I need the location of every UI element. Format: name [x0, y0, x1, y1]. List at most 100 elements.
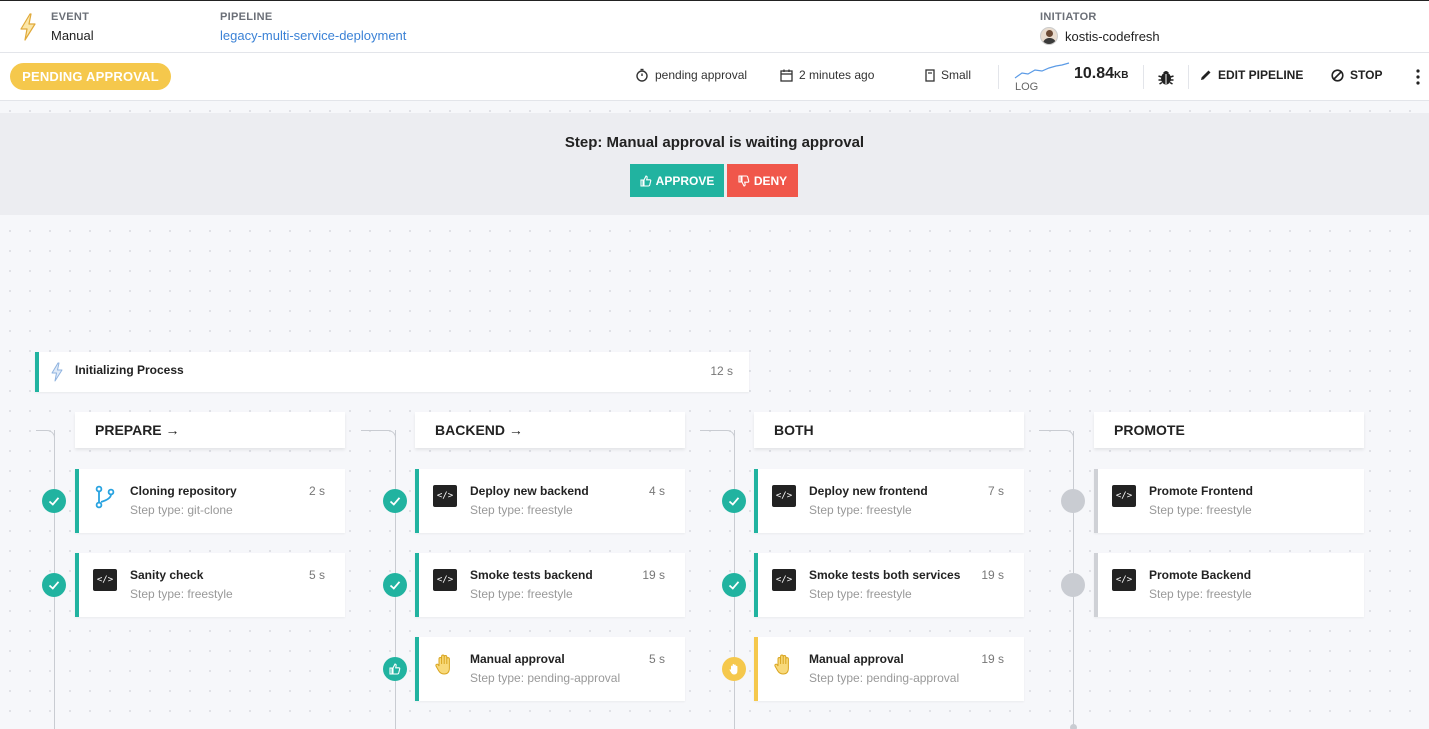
pipeline-block: PIPELINE legacy-multi-service-deployment [220, 11, 406, 43]
status-success-icon [722, 573, 746, 597]
event-label: EVENT [51, 11, 90, 23]
step-type: Step type: freestyle [1149, 503, 1252, 517]
step-title: Promote Frontend [1149, 484, 1253, 498]
lightning-icon [20, 13, 36, 41]
stage-header: BOTH [754, 412, 1024, 448]
deny-button[interactable]: DENY [727, 164, 798, 197]
step-card[interactable]: </> Deploy new frontend Step type: freesty… [754, 469, 1024, 533]
init-process-card[interactable]: Initializing Process 12 s [35, 352, 749, 392]
step-type: Step type: freestyle [470, 587, 573, 601]
code-icon: </> [772, 485, 796, 509]
status-text: pending approval [655, 68, 748, 82]
build-toolbar: PENDING APPROVAL pending approval 2 minu… [0, 53, 1429, 101]
step-card[interactable]: Cloning repository Step type: git-clone 2 … [75, 469, 345, 533]
edit-pipeline-label: EDIT PIPELINE [1218, 68, 1304, 82]
step-type: Step type: pending-approval [809, 671, 960, 685]
init-title: Initializing Process [75, 363, 184, 377]
time-ago: 2 minutes ago [780, 68, 874, 82]
step-card[interactable]: </> Promote Backend Step type: freestyle [1094, 553, 1364, 617]
approve-button[interactable]: APPROVE [630, 164, 724, 197]
step-duration: 4 s [648, 484, 665, 498]
event-block: EVENT Manual [51, 11, 94, 43]
step-type: Step type: git-clone [130, 503, 233, 517]
stage-header: BACKEND → [415, 412, 685, 448]
build-header: EVENT Manual PIPELINE legacy-multi-servi… [0, 0, 1429, 53]
more-options-icon[interactable] [1415, 69, 1421, 85]
initiator-block: INITIATOR kostis-codefresh [1040, 11, 1160, 45]
initiator-value: kostis-codefresh [1040, 27, 1160, 45]
step-card[interactable]: </> Deploy new backend Step type: freestyl… [415, 469, 685, 533]
step-type: Step type: pending-approval [470, 671, 621, 685]
status-pending-icon [1061, 573, 1085, 597]
step-duration: 5 s [648, 652, 665, 666]
step-type: Step type: freestyle [1149, 587, 1252, 601]
initiator-name: kostis-codefresh [1065, 28, 1160, 44]
status-indicator: pending approval [635, 68, 747, 82]
stop-button[interactable]: STOP [1331, 68, 1382, 82]
divider [1188, 65, 1189, 89]
step-title: Smoke tests both services [809, 568, 961, 582]
hand-icon [772, 653, 796, 677]
step-title: Manual approval [809, 652, 904, 666]
code-icon: </> [772, 569, 796, 593]
bug-icon[interactable] [1157, 68, 1175, 86]
stage-header: PROMOTE [1094, 412, 1364, 448]
divider [998, 65, 999, 89]
step-title: Manual approval [470, 652, 565, 666]
code-icon: </> [1112, 569, 1136, 593]
step-duration: 7 s [987, 484, 1004, 498]
stage-connector-hook [1039, 430, 1074, 444]
code-icon: </> [1112, 485, 1136, 509]
step-card[interactable]: Manual approval Step type: pending-approv… [754, 637, 1024, 701]
log-button[interactable]: LOG 10.84KB [1014, 60, 1132, 96]
log-sparkline [1014, 62, 1070, 79]
stop-icon [1331, 68, 1344, 82]
status-success-icon [42, 489, 66, 513]
approval-banner: Step: Manual approval is waiting approva… [0, 113, 1429, 215]
calendar-icon [780, 69, 793, 82]
avatar [1040, 27, 1058, 45]
log-size-unit: KB [1114, 70, 1129, 81]
server-icon [925, 68, 935, 82]
git-branch-icon [93, 485, 117, 509]
step-type: Step type: freestyle [809, 503, 912, 517]
step-type: Step type: freestyle [130, 587, 233, 601]
step-card[interactable]: </> Smoke tests backend Step type: freesty… [415, 553, 685, 617]
step-card[interactable]: </> Smoke tests both services Step type: f… [754, 553, 1024, 617]
stage-connector-hook [36, 430, 55, 444]
stage-connector-hook [700, 430, 735, 444]
status-approved-icon [383, 657, 407, 681]
log-size-value: 10.84 [1074, 65, 1115, 82]
step-card[interactable]: Manual approval Step type: pending-approv… [415, 637, 685, 701]
stage-header: PREPARE → [75, 412, 345, 448]
step-type: Step type: freestyle [470, 503, 573, 517]
stopwatch-icon [636, 68, 648, 82]
log-size: 10.84KB [1074, 65, 1129, 83]
status-success-icon [722, 489, 746, 513]
lightning-icon [51, 362, 63, 382]
approve-label: APPROVE [655, 173, 715, 188]
step-title: Smoke tests backend [470, 568, 593, 582]
step-card[interactable]: </> Promote Frontend Step type: freestyle [1094, 469, 1364, 533]
step-title: Sanity check [130, 568, 204, 582]
banner-title: Step: Manual approval is waiting approva… [564, 134, 865, 151]
stage-connector-hook [361, 430, 396, 444]
initiator-label: INITIATOR [1040, 11, 1097, 23]
step-title: Promote Backend [1149, 568, 1252, 582]
edit-pipeline-button[interactable]: EDIT PIPELINE [1200, 68, 1303, 82]
machine-size: Small [925, 68, 971, 82]
log-label: LOG [1015, 81, 1039, 93]
status-success-icon [383, 573, 407, 597]
thumbs-up-icon [640, 174, 651, 187]
pipeline-link[interactable]: legacy-multi-service-deployment [220, 28, 406, 43]
step-duration: 19 s [981, 568, 1004, 582]
step-title: Cloning repository [130, 484, 237, 498]
event-value: Manual [51, 28, 94, 43]
code-icon: </> [433, 485, 457, 509]
divider [1143, 65, 1144, 89]
step-duration: 19 s [981, 652, 1004, 666]
status-badge: PENDING APPROVAL [10, 63, 171, 90]
status-waiting-icon [722, 657, 746, 681]
step-card[interactable]: </> Sanity check Step type: freestyle 5 s [75, 553, 345, 617]
step-duration: 19 s [642, 568, 665, 582]
